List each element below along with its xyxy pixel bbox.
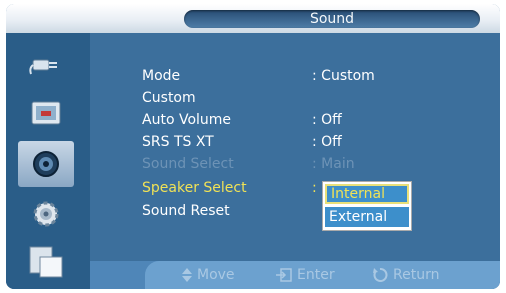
osd-window: Sound Mode: Custom Custom Auto Volume:… — [6, 4, 500, 289]
speaker-select-dropdown[interactable]: Internal External — [322, 181, 412, 231]
footer-enter-label: Enter — [297, 267, 335, 283]
menu-item-sound-reset[interactable]: Sound Reset — [142, 200, 230, 222]
footer-move-label: Move — [197, 267, 235, 283]
mode-value: : Custom — [312, 68, 375, 84]
sidebar-item-setup[interactable] — [18, 191, 74, 237]
speaker-select-colon: : — [312, 180, 317, 196]
menu-item-mode[interactable]: Mode — [142, 65, 180, 87]
footer-return: Return — [372, 266, 439, 284]
speaker-icon — [33, 151, 59, 177]
sidebar-item-multi-control[interactable] — [18, 239, 74, 285]
srs-ts-xt-value: : Off — [312, 134, 342, 150]
sidebar-item-sound[interactable] — [18, 141, 74, 187]
return-arrow-icon — [373, 268, 388, 282]
multi-window-icon — [29, 246, 63, 278]
input-plug-icon — [29, 59, 57, 75]
footer-return-label: Return — [393, 267, 440, 283]
page-title: Sound — [184, 10, 480, 28]
sidebar-item-picture[interactable] — [18, 91, 74, 137]
menu-item-auto-volume[interactable]: Auto Volume — [142, 109, 231, 131]
option-internal[interactable]: Internal — [325, 184, 409, 204]
gear-icon — [33, 201, 59, 227]
sound-menu: Mode : Custom Custom Auto Volume : Off S… — [90, 33, 500, 261]
sidebar — [6, 33, 90, 289]
menu-item-speaker-select[interactable]: Speaker Select — [142, 177, 247, 199]
picture-icon — [31, 101, 61, 125]
menu-item-custom[interactable]: Custom — [142, 87, 196, 109]
enter-icon — [276, 268, 292, 282]
up-down-arrow-icon — [182, 268, 192, 282]
menu-item-sound-select: Sound Select — [142, 156, 234, 172]
title-bar: Sound — [6, 4, 500, 33]
option-external[interactable]: External — [325, 207, 409, 227]
auto-volume-value: : Off — [312, 112, 342, 128]
sound-select-value: : Main — [312, 156, 355, 172]
footer-enter: Enter — [276, 266, 335, 284]
footer-bar: Move Enter Return — [90, 261, 500, 289]
sidebar-item-input[interactable] — [18, 41, 74, 87]
footer-move: Move — [182, 266, 235, 284]
menu-item-srs-ts-xt[interactable]: SRS TS XT — [142, 131, 214, 153]
